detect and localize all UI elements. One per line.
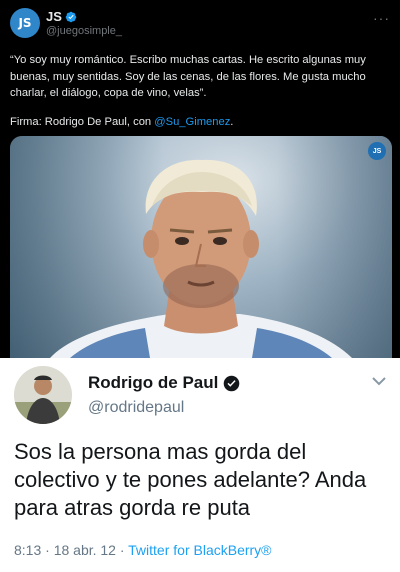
more-icon[interactable]: ··· [373, 10, 390, 26]
quoted-timestamp[interactable]: 8:13 · 18 abr. 12 · [14, 542, 128, 558]
verified-icon [224, 375, 240, 391]
watermark-logo: JS [368, 142, 386, 160]
quoted-avatar-image [14, 366, 72, 424]
quoted-avatar[interactable] [14, 366, 72, 424]
quoted-handle[interactable]: @rodridepaul [88, 399, 184, 417]
quoted-meta: 8:13 · 18 abr. 12 · Twitter for BlackBer… [14, 542, 272, 558]
tweet-photo[interactable]: JS [10, 136, 392, 358]
player-illustration [50, 159, 352, 358]
tweet-card: JS JS @juegosimple_ ··· “Yo soy muy romá… [0, 0, 400, 358]
quoted-text: Sos la persona mas gorda del colectivo y… [14, 439, 367, 520]
author-avatar[interactable]: JS [10, 8, 40, 38]
quoted-name[interactable]: Rodrigo de Paul [88, 373, 218, 393]
chevron-down-icon[interactable] [372, 376, 386, 386]
tweet-signature: Firma: Rodrigo De Paul, con @Su_Gimenez. [10, 116, 233, 128]
author-name-row[interactable]: JS [46, 9, 77, 24]
signature-suffix: . [230, 116, 234, 128]
mention-link[interactable]: @Su_Gimenez [154, 116, 230, 128]
author-name[interactable]: JS [46, 9, 62, 24]
author-handle[interactable]: @juegosimple_ [46, 25, 122, 37]
tweet-text: “Yo soy muy romántico. Escribo muchas ca… [10, 54, 366, 99]
verified-icon [65, 11, 77, 22]
quoted-name-row[interactable]: Rodrigo de Paul [88, 373, 240, 393]
quoted-source[interactable]: Twitter for BlackBerry® [128, 542, 271, 558]
quoted-tweet[interactable]: Rodrigo de Paul @rodridepaul Sos la pers… [0, 358, 400, 572]
signature-prefix: Firma: Rodrigo De Paul, con [10, 116, 155, 128]
